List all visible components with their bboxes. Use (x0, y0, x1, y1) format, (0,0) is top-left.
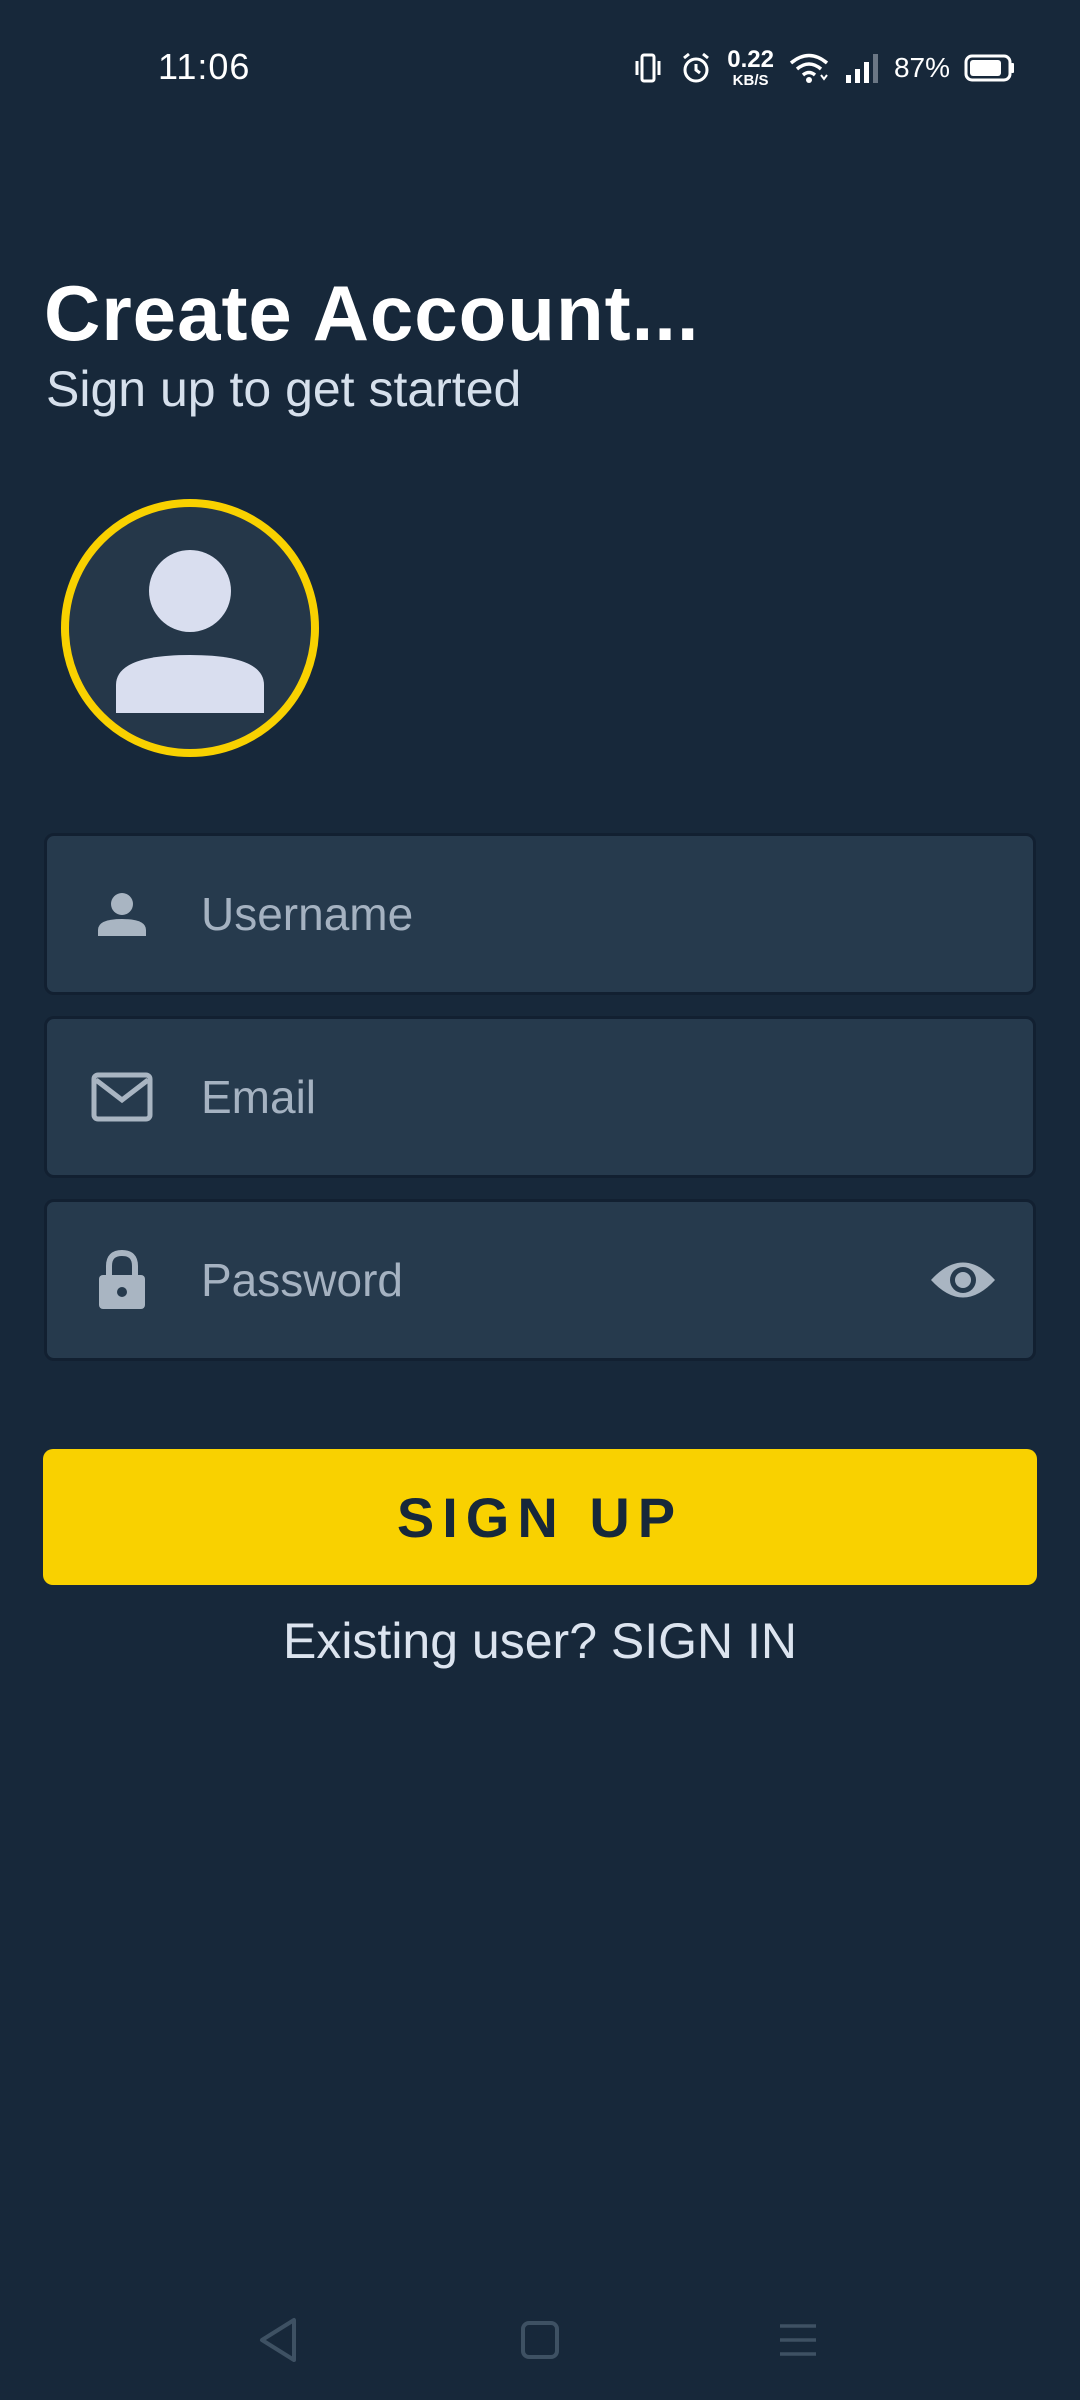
page-subtitle: Sign up to get started (46, 361, 522, 417)
battery-icon (964, 53, 1016, 83)
eye-icon[interactable] (927, 1244, 999, 1316)
battery-percent: 87% (893, 52, 950, 83)
lock-icon (87, 1245, 157, 1315)
nav-bar (0, 2270, 1080, 2400)
signal-icon (844, 51, 880, 85)
home-icon[interactable] (500, 2300, 580, 2380)
email-input[interactable] (201, 1019, 961, 1175)
wifi-icon (788, 51, 830, 85)
signin-link[interactable]: Existing user? SIGN IN (0, 1612, 1080, 1670)
menu-icon[interactable] (758, 2300, 838, 2380)
net-speed: 0.22 KB/S (727, 46, 774, 89)
mail-icon (87, 1062, 157, 1132)
person-icon (87, 879, 157, 949)
password-field (44, 1199, 1036, 1361)
signup-screen: 11:06 0.22 KB/S 87% Create Account... Si… (0, 0, 1080, 2400)
username-input[interactable] (201, 836, 961, 992)
status-bar: 11:06 0.22 KB/S 87% (0, 0, 1080, 140)
avatar-picker[interactable] (61, 499, 319, 757)
signup-button[interactable]: SIGN UP (43, 1449, 1037, 1585)
net-speed-unit: KB/S (732, 72, 769, 89)
alarm-icon (679, 51, 713, 85)
vibrate-icon (631, 51, 665, 85)
person-avatar-icon (116, 550, 264, 713)
net-speed-value: 0.22 (727, 46, 774, 73)
username-field (44, 833, 1036, 995)
status-icons: 0.22 KB/S 87% (631, 46, 1016, 90)
email-field (44, 1016, 1036, 1178)
back-icon[interactable] (238, 2300, 318, 2380)
password-input[interactable] (201, 1202, 961, 1358)
status-time: 11:06 (158, 46, 251, 87)
page-title: Create Account... (44, 269, 700, 357)
